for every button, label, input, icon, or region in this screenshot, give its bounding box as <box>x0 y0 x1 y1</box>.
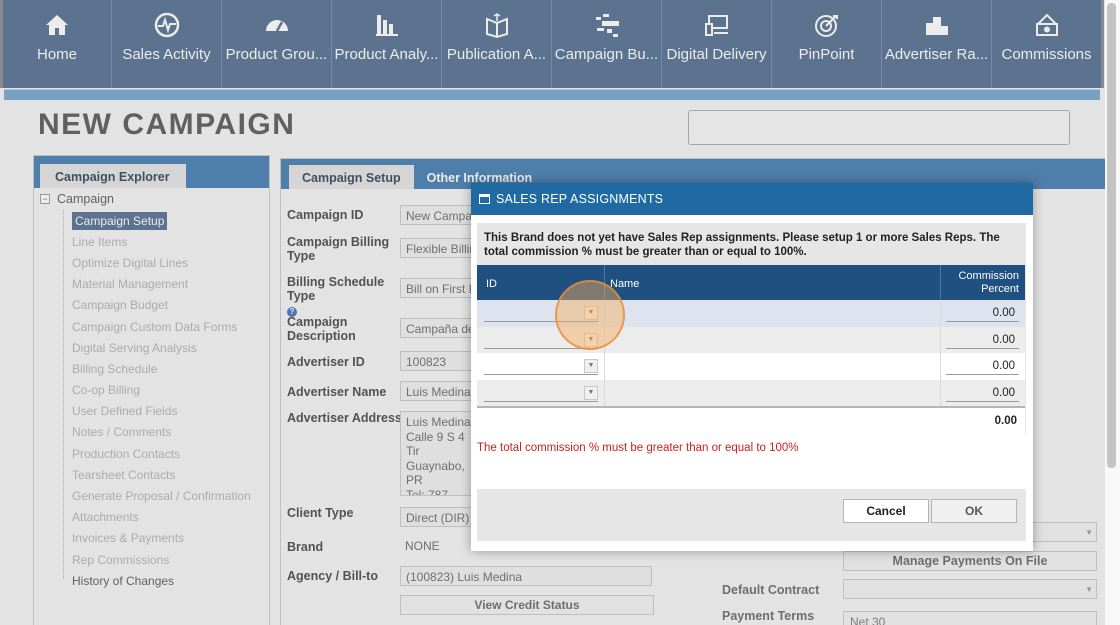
scrollbar-thumb[interactable] <box>1107 3 1116 468</box>
cell-divider <box>940 379 941 406</box>
cell-divider <box>604 379 605 406</box>
table-row[interactable]: ▼ 0.00 <box>477 353 1025 380</box>
dialog-body: This Brand does not yet have Sales Rep a… <box>477 223 1026 541</box>
cell-divider <box>940 353 941 380</box>
cell-divider <box>940 326 941 353</box>
sales-rep-id-select[interactable]: ▼ <box>484 357 598 375</box>
dialog-header: SALES REP ASSIGNMENTS <box>471 183 1033 215</box>
column-name[interactable]: Name <box>610 278 639 290</box>
column-commission-percent[interactable]: Commission Percent <box>958 270 1019 296</box>
column-divider <box>940 265 941 300</box>
click-indicator <box>555 280 625 350</box>
sales-rep-id-select[interactable]: ▼ <box>484 384 598 402</box>
column-id[interactable]: ID <box>486 278 497 290</box>
cell-divider <box>940 300 941 327</box>
table-row[interactable]: ▼ 0.00 <box>477 379 1025 406</box>
commission-total: 0.00 <box>994 415 1017 427</box>
grid-header: ID Name Commission Percent <box>477 265 1025 300</box>
chevron-down-icon[interactable]: ▼ <box>584 359 598 373</box>
column-commission-line2: Percent <box>981 283 1019 295</box>
dialog-message: This Brand does not yet have Sales Rep a… <box>484 232 1000 258</box>
commission-percent-input[interactable]: 0.00 <box>946 304 1019 322</box>
column-commission-line1: Commission <box>958 270 1019 282</box>
ok-button[interactable]: OK <box>931 499 1017 523</box>
validation-error: The total commission % must be greater t… <box>477 442 799 454</box>
window-icon <box>479 194 490 204</box>
grid-total-row: 0.00 <box>477 406 1025 434</box>
sales-rep-assignments-dialog: SALES REP ASSIGNMENTS This Brand does no… <box>471 183 1033 551</box>
sales-rep-grid: ID Name Commission Percent ▼ 0.00 ▼ 0.00 … <box>477 265 1025 434</box>
commission-percent-input[interactable]: 0.00 <box>946 357 1019 375</box>
commission-percent-input[interactable]: 0.00 <box>946 331 1019 349</box>
cell-divider <box>604 353 605 380</box>
commission-percent-input[interactable]: 0.00 <box>946 384 1019 402</box>
dialog-title: SALES REP ASSIGNMENTS <box>496 192 664 206</box>
cancel-button[interactable]: Cancel <box>843 499 929 523</box>
chevron-down-icon[interactable]: ▼ <box>584 385 598 400</box>
